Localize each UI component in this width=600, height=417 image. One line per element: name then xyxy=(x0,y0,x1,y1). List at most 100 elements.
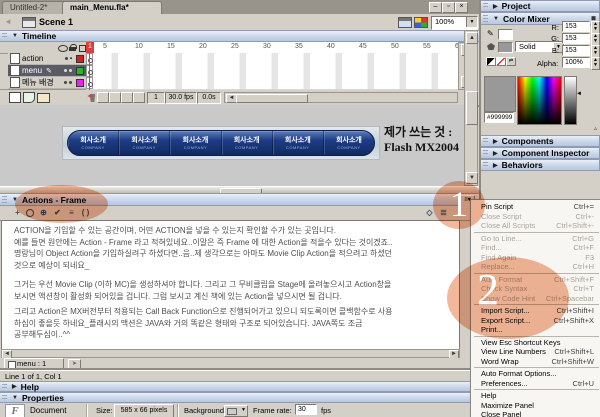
script-tab-menu[interactable]: menu : 1 xyxy=(4,358,64,369)
menu-item-view-line-numbers[interactable]: View Line NumbersCtrl+Shift+L xyxy=(471,347,600,357)
menu-item-close-script[interactable]: Close ScriptCtrl+- xyxy=(471,212,600,222)
collapse-triangle-icon[interactable]: ▶ xyxy=(493,150,498,157)
components-panel-header[interactable]: ▶ Components xyxy=(481,135,600,147)
panel-gripper[interactable] xyxy=(483,138,488,144)
nav-button[interactable]: 회사소개COMPANY xyxy=(324,131,374,155)
layer-row-menu[interactable]: menu ✎ xyxy=(8,65,86,77)
color-gradient-picker[interactable] xyxy=(517,76,562,125)
r-input[interactable]: 153 xyxy=(562,21,590,32)
panel-gripper[interactable] xyxy=(2,196,7,203)
panel-gripper[interactable] xyxy=(2,384,7,389)
layer-color-swatch[interactable] xyxy=(76,79,84,87)
menu-item-maximize-panel[interactable]: Maximize Panel xyxy=(471,401,600,411)
stroke-color-swatch[interactable] xyxy=(498,29,513,40)
current-frame-field[interactable]: 1 xyxy=(147,92,165,104)
lock-state-icon[interactable]: ▪ xyxy=(70,56,72,62)
frame-rate-field[interactable]: 30.0 fps xyxy=(165,92,197,104)
behaviors-panel-header[interactable]: ▶ Behaviors xyxy=(481,159,600,171)
g-input[interactable]: 153 xyxy=(562,33,590,44)
layer-name[interactable]: action xyxy=(22,54,43,63)
panel-gripper[interactable] xyxy=(2,33,7,39)
background-color-swatch[interactable]: ▼ xyxy=(224,405,248,417)
visibility-dot[interactable] xyxy=(64,81,67,84)
panel-gripper[interactable] xyxy=(483,15,488,22)
collapse-triangle-icon[interactable]: ▶ xyxy=(493,162,498,169)
restore-icon[interactable]: ▫ xyxy=(442,2,455,13)
edit-multiple-frames-icon[interactable] xyxy=(121,92,133,103)
minimize-icon[interactable]: – xyxy=(429,2,442,13)
onion-skin-icon[interactable] xyxy=(97,92,109,103)
stage[interactable]: 회사소개COMPANY 회사소개COMPANY 회사소개COMPANY 회사소개… xyxy=(0,105,464,186)
edit-scene-icon[interactable] xyxy=(398,17,412,28)
visibility-dot[interactable] xyxy=(65,57,68,60)
menu-item-help[interactable]: Help xyxy=(471,391,600,401)
layer-name[interactable]: 메뉴 배경 xyxy=(22,77,54,88)
stage-vertical-scrollbar[interactable]: ▲ ▼ xyxy=(464,30,478,186)
nav-button[interactable]: 회사소개COMPANY xyxy=(119,131,170,155)
nav-button[interactable]: 회사소개COMPANY xyxy=(273,131,324,155)
panel-gripper[interactable] xyxy=(483,150,488,156)
menu-item-auto-format-options[interactable]: Auto Format Options... xyxy=(471,369,600,379)
collapse-panel-icon[interactable]: ▵ xyxy=(594,125,597,132)
framerate-input[interactable]: 30 xyxy=(295,404,317,415)
menu-item-go-to-line[interactable]: Go to Line...Ctrl+G xyxy=(471,234,600,244)
alpha-stepper[interactable]: ▲▼ xyxy=(591,57,600,70)
back-arrow-icon[interactable]: ◄ xyxy=(4,17,12,26)
close-icon[interactable]: × xyxy=(455,2,468,13)
fill-color-swatch[interactable] xyxy=(498,42,513,53)
component-inspector-panel-header[interactable]: ▶ Component Inspector xyxy=(481,147,600,159)
menu-item-word-wrap[interactable]: Word WrapCtrl+Shift+W xyxy=(471,357,600,367)
scroll-up-icon[interactable]: ▲ xyxy=(466,32,478,44)
scene-label[interactable]: Scene 1 xyxy=(39,17,73,27)
frames-grid[interactable] xyxy=(86,53,458,91)
elapsed-time-field[interactable]: 0.0s xyxy=(197,92,221,104)
layer-color-swatch[interactable] xyxy=(76,67,84,75)
lock-dot[interactable] xyxy=(69,69,72,72)
menu-item-preferences[interactable]: Preferences...Ctrl+U xyxy=(471,379,600,389)
outline-icon[interactable] xyxy=(79,45,86,52)
zoom-dropdown-icon[interactable]: ▼ xyxy=(466,17,477,27)
nav-button[interactable]: 회사소개COMPANY xyxy=(170,131,221,155)
menu-item-view-esc-shortcut-keys[interactable]: View Esc Shortcut Keys xyxy=(471,338,600,348)
tab-main-menu-fla[interactable]: main_Menu.fla* xyxy=(62,1,162,15)
script-horizontal-scrollbar[interactable]: ◄ ► xyxy=(1,349,460,358)
timeline-panel-header[interactable]: ▼ Timeline xyxy=(0,30,480,42)
layer-color-swatch[interactable] xyxy=(76,55,84,63)
playhead-center-icon[interactable]: ◄ xyxy=(86,93,93,100)
layer-row-menu-bg[interactable]: 메뉴 배경 xyxy=(8,77,86,89)
stroke-pencil-icon[interactable]: ✎ xyxy=(487,29,494,38)
menu-item-close-panel[interactable]: Close Panel xyxy=(471,410,600,417)
menu-item-find[interactable]: Find...Ctrl+F xyxy=(471,243,600,253)
timeline-horizontal-scrollbar[interactable]: ◄ xyxy=(224,92,458,103)
hex-color-input[interactable]: #999999 xyxy=(484,112,514,123)
collapse-triangle-icon[interactable]: ▶ xyxy=(493,3,498,10)
size-button[interactable]: 585 x 66 pixels xyxy=(114,404,174,417)
project-panel-header[interactable]: ▶ Project xyxy=(481,0,600,12)
zoom-select[interactable]: 100% ▼ xyxy=(431,16,478,30)
fill-bucket-icon[interactable] xyxy=(487,43,495,50)
edit-symbol-icon[interactable] xyxy=(414,17,428,28)
default-colors-icon[interactable] xyxy=(486,57,496,66)
pin-script-icon[interactable]: ➤ xyxy=(68,359,81,370)
no-color-icon[interactable] xyxy=(496,57,506,66)
script-pane[interactable]: ACTION을 기입할 수 있는 공간이며, 어떤 ACTION을 넣을 수 있… xyxy=(1,220,460,349)
swap-colors-icon[interactable]: ⇄ xyxy=(506,57,516,66)
lock-dot[interactable] xyxy=(69,81,72,84)
nav-button[interactable]: 회사소개COMPANY xyxy=(68,131,119,155)
onion-outline-icon[interactable] xyxy=(109,92,121,103)
menu-bar-symbol[interactable]: 회사소개COMPANY 회사소개COMPANY 회사소개COMPANY 회사소개… xyxy=(62,126,380,160)
panel-gripper[interactable] xyxy=(2,395,7,400)
panel-gripper[interactable] xyxy=(483,3,488,9)
playhead-line[interactable] xyxy=(89,53,90,90)
scroll-thumb[interactable] xyxy=(236,94,308,103)
layer-name[interactable]: menu xyxy=(22,66,42,75)
scroll-thumb[interactable] xyxy=(466,91,478,125)
collapse-triangle-icon[interactable]: ▼ xyxy=(12,33,18,39)
collapse-triangle-icon[interactable]: ▼ xyxy=(493,16,499,22)
panel-gripper[interactable] xyxy=(483,162,488,168)
alpha-input[interactable]: 100% xyxy=(562,57,590,68)
nav-button[interactable]: 회사소개COMPANY xyxy=(222,131,273,155)
layer-row-action[interactable]: action ▪ xyxy=(8,53,86,65)
show-hide-icon[interactable] xyxy=(58,45,68,52)
collapse-triangle-icon[interactable]: ▶ xyxy=(12,383,17,390)
